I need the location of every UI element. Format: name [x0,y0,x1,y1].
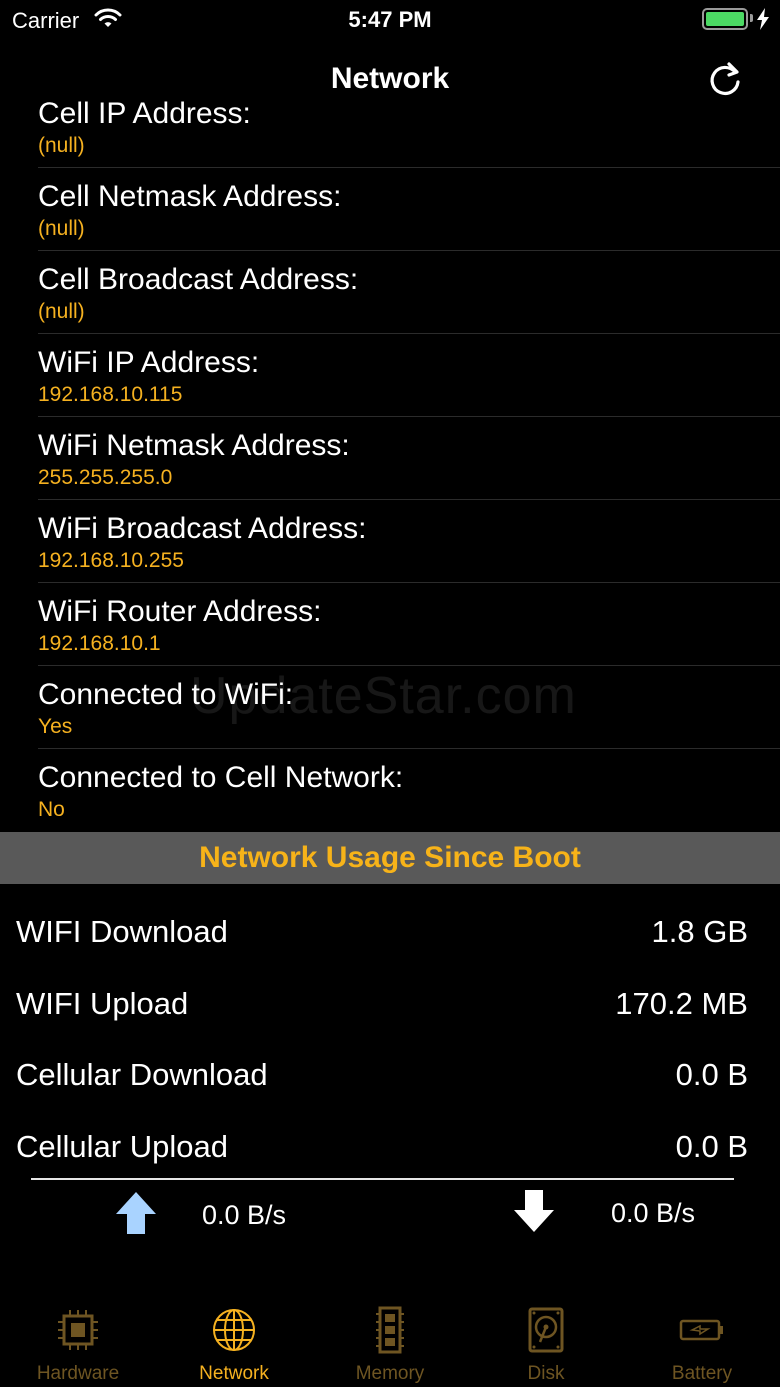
battery-cap [750,14,753,22]
section-header: Network Usage Since Boot [0,832,780,884]
detail-value: 255.255.255.0 [38,466,173,489]
tab-label: Memory [355,1363,425,1384]
detail-value: 192.168.10.1 [38,632,161,655]
usage-label: Cellular Upload [16,1129,228,1164]
globe-icon [213,1309,255,1351]
upload-arrow-icon [116,1192,156,1234]
usage-row: WIFI Download 1.8 GB [0,890,780,960]
list-item: Cell Broadcast Address: (null) [0,251,780,334]
detail-value: (null) [38,217,85,240]
list-item: WiFi IP Address: 192.168.10.115 [0,334,780,417]
detail-label: Cell Broadcast Address: [38,263,359,296]
tab-disk[interactable]: Disk [468,1290,624,1387]
refresh-icon[interactable] [706,60,744,98]
list-item: WiFi Broadcast Address: 192.168.10.255 [0,500,780,583]
detail-label: Cell Netmask Address: [38,180,342,213]
download-arrow-icon [514,1190,554,1232]
tab-battery[interactable]: Battery [624,1290,780,1387]
memory-stick-icon [376,1306,404,1354]
tab-label: Battery [671,1363,733,1384]
detail-label: WiFi Netmask Address: [38,429,350,462]
detail-value: No [38,798,65,821]
section-header-title: Network Usage Since Boot [199,841,581,874]
status-bar: Carrier 5:47 PM [0,0,780,40]
usage-divider [31,1178,734,1180]
detail-value: (null) [38,134,85,157]
detail-label: WiFi Broadcast Address: [38,512,367,545]
navigation-bar-overlay: Network [0,40,780,120]
usage-value: 0.0 B [675,1057,748,1092]
usage-row: WIFI Upload 170.2 MB [0,962,780,1032]
tab-network[interactable]: Network [156,1290,312,1387]
watermark: UpdateStar.com [190,667,577,725]
usage-label: Cellular Download [16,1057,268,1092]
tab-bar: Hardware Network Memory Disk Battery [0,1290,780,1387]
clock: 5:47 PM [348,7,432,32]
usage-row: Cellular Upload 0.0 B [0,1105,780,1175]
detail-value: 192.168.10.255 [38,549,184,572]
charging-bolt-icon [757,8,769,30]
usage-value: 1.8 GB [651,914,749,949]
tab-memory[interactable]: Memory [312,1290,468,1387]
list-item: Connected to Cell Network: No [0,749,780,832]
usage-row: Cellular Download 0.0 B [0,1033,780,1103]
list-item: Cell Netmask Address: (null) [0,168,780,251]
usage-label: WIFI Download [16,914,228,949]
detail-value: (null) [38,300,85,323]
battery-icon [679,1319,723,1341]
detail-value: Yes [38,715,73,738]
list-item: WiFi Netmask Address: 255.255.255.0 [0,417,780,500]
detail-label: WiFi IP Address: [38,346,260,379]
tab-label: Network [199,1363,269,1384]
detail-label: WiFi Router Address: [38,595,322,628]
detail-value: 192.168.10.115 [38,383,183,406]
detail-label: Connected to Cell Network: [38,761,404,794]
chip-icon [58,1310,98,1350]
tab-label: Hardware [36,1363,120,1384]
battery-indicator-icon [702,8,748,30]
usage-value: 170.2 MB [615,986,748,1021]
list-item: WiFi Router Address: 192.168.10.1 [0,583,780,666]
download-speed: 0.0 B/s [611,1198,696,1228]
usage-label: WIFI Upload [16,986,189,1021]
usage-value: 0.0 B [675,1129,748,1164]
upload-speed: 0.0 B/s [202,1200,287,1230]
tab-label: Disk [527,1363,565,1384]
page-title-overlay: Network [330,62,450,95]
disk-icon [528,1307,564,1353]
tab-hardware[interactable]: Hardware [0,1290,156,1387]
